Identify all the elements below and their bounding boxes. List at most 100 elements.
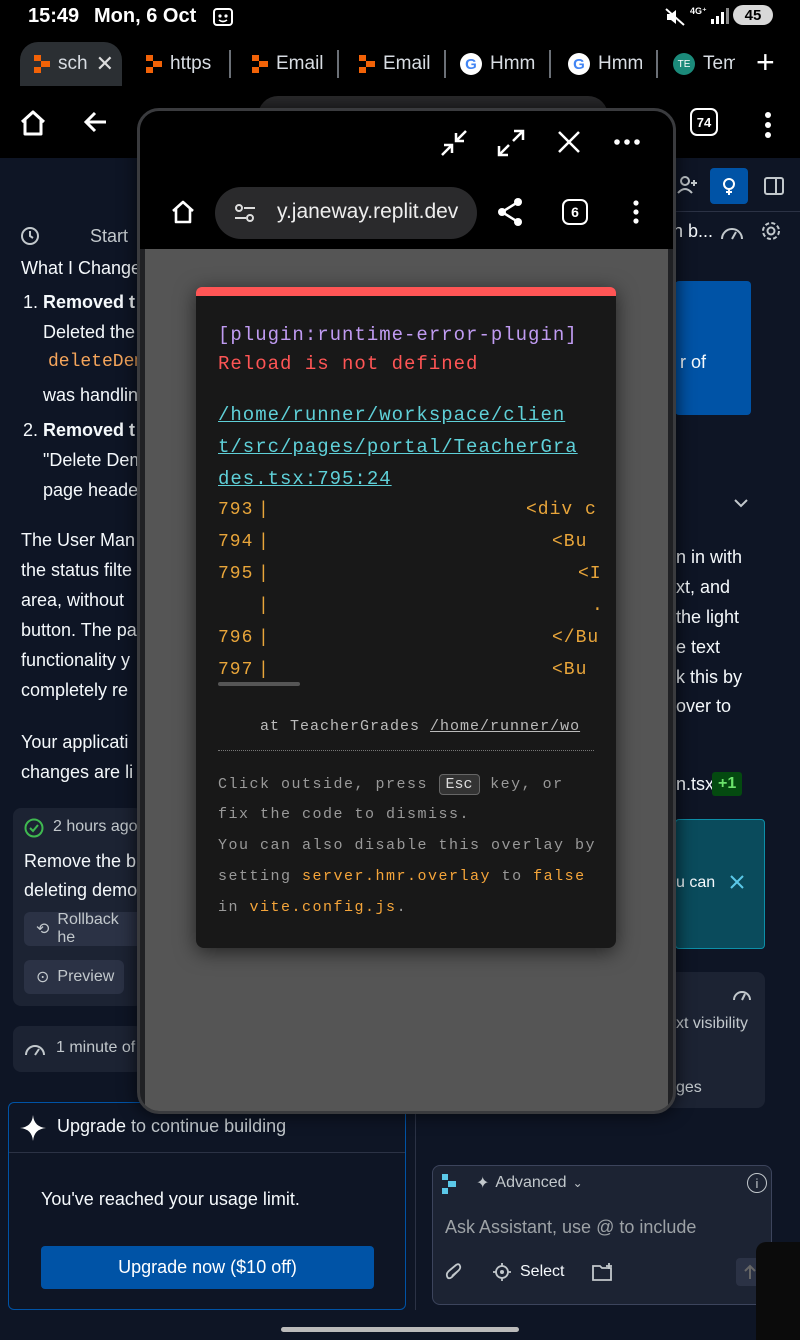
notice-text: u can — [676, 874, 716, 891]
browser-tab[interactable]: Email — [252, 42, 324, 86]
tab-title: Email — [276, 53, 324, 74]
gauge-icon[interactable] — [720, 222, 744, 242]
preview-button[interactable]: ⊙ Preview — [24, 960, 124, 994]
paragraph-line: over to — [676, 696, 732, 716]
close-icon[interactable] — [556, 129, 582, 155]
target-icon — [493, 1263, 511, 1281]
site-settings-icon[interactable] — [233, 202, 257, 224]
replit-icon — [34, 55, 50, 73]
popup-url-text: y.janeway.replit.dev — [277, 200, 459, 223]
browser-tab[interactable]: G Hmm — [568, 42, 642, 86]
kebab-menu-icon[interactable] — [633, 200, 639, 224]
browser-tab[interactable]: sch ✕ — [20, 42, 122, 86]
assistant-input[interactable]: Ask Assistant, use @ to include — [445, 1212, 696, 1242]
info-icon[interactable]: i — [747, 1173, 767, 1193]
popup-url-bar[interactable]: y.janeway.replit.dev — [215, 187, 477, 239]
line-number: 795 — [218, 564, 254, 584]
checkpoint-text: deleting demo — [24, 880, 138, 900]
new-folder-icon[interactable] — [592, 1262, 614, 1282]
code-text: <Bu — [552, 660, 588, 680]
more-horizontal-icon[interactable] — [614, 139, 640, 145]
gauge-icon — [24, 1040, 46, 1058]
paragraph-line: area, without — [21, 590, 125, 610]
diff-badge: +1 — [712, 772, 743, 796]
error-overlay[interactable]: [plugin:runtime-error-plugin] Reload is … — [196, 287, 616, 948]
error-file-link[interactable]: t/src/pages/portal/TeacherGra — [218, 436, 578, 458]
stack-function: at TeacherGrades — [260, 718, 421, 735]
signal-icon — [710, 7, 730, 25]
history-icon[interactable] — [20, 226, 40, 246]
minimize-icon[interactable] — [440, 129, 468, 157]
close-tab-icon[interactable]: ✕ — [96, 51, 114, 77]
tip-line: fix the code to dismiss. — [218, 806, 471, 823]
browser-tab[interactable]: Email — [359, 42, 431, 86]
checkpoint-time: 2 hours ago — [53, 818, 138, 835]
upgrade-title: Upgrade to continue building — [57, 1111, 286, 1141]
new-tab-plus-icon[interactable]: + — [756, 44, 775, 81]
sparkle-icon: ✦ — [476, 1175, 490, 1192]
select-element-button[interactable]: Select — [492, 1262, 564, 1282]
horizontal-scrollbar[interactable] — [218, 682, 300, 686]
start-label[interactable]: Start — [90, 221, 128, 251]
line-number: 793 — [218, 500, 254, 520]
error-file-link[interactable]: des.tsx:795:24 — [218, 468, 392, 490]
list-number: 2. — [23, 420, 39, 440]
invite-user-icon[interactable] — [676, 174, 698, 196]
home-icon[interactable] — [170, 199, 196, 225]
tip-text: to — [501, 868, 523, 885]
code-text: <Bu — [552, 532, 588, 552]
tab-separator — [656, 50, 658, 78]
upgrade-now-button[interactable]: Upgrade now ($10 off) — [41, 1246, 374, 1289]
tab-separator — [337, 50, 339, 78]
battery-level: 45 — [744, 6, 762, 24]
browser-tab[interactable]: G Hmm — [460, 42, 536, 86]
tab-separator — [229, 50, 231, 78]
back-arrow-icon[interactable] — [82, 108, 110, 136]
agent-mode-dropdown[interactable]: ✦ Advanced ⌄ — [476, 1173, 583, 1193]
rollback-button[interactable]: ⟲ Rollback he — [24, 911, 143, 946]
task-text: ges — [676, 1079, 702, 1096]
settings-gear-icon[interactable] — [760, 220, 782, 242]
battery-icon: 45 — [733, 5, 773, 25]
gutter-bar: | — [258, 628, 270, 648]
kebab-menu-icon[interactable] — [764, 112, 772, 138]
config-key: server.hmr.overlay — [302, 868, 492, 885]
tab-switcher-button[interactable]: 74 — [690, 108, 718, 136]
code-text: <div c — [526, 500, 597, 520]
gesture-navigation-bar[interactable] — [281, 1327, 519, 1332]
tab-title: Tem — [703, 53, 735, 74]
gutter-bar: | — [258, 500, 270, 520]
popup-tab-count: 6 — [571, 204, 579, 220]
status-time: 15:49 — [28, 5, 80, 27]
paragraph-line: Your applicati — [21, 732, 129, 752]
gutter-bar: | — [258, 564, 270, 584]
maximize-icon[interactable] — [497, 129, 525, 157]
gutter-bar: | — [258, 532, 270, 552]
line-number: 796 — [218, 628, 254, 648]
stack-path-link[interactable]: /home/runner/wo — [430, 718, 580, 735]
chevron-down-icon[interactable] — [734, 498, 748, 508]
chevron-down-icon: ⌄ — [572, 1176, 583, 1190]
home-icon[interactable] — [18, 108, 48, 138]
tab-title: Email — [383, 53, 431, 74]
sidebar-toggle-icon[interactable] — [764, 176, 784, 196]
share-icon[interactable] — [496, 197, 524, 227]
pane-header-text: n b... — [673, 221, 714, 241]
error-file-link[interactable]: /home/runner/workspace/clien — [218, 404, 565, 426]
tip-text: in — [218, 899, 240, 916]
preview-icon: ⊙ — [36, 969, 50, 986]
config-file: vite.config.js — [249, 899, 397, 916]
browser-tab[interactable]: TE Tem — [673, 42, 735, 86]
deploy-icon[interactable] — [710, 168, 748, 204]
tip-line: Click outside, press Esc key, or — [218, 774, 564, 795]
esc-key: Esc — [438, 774, 480, 795]
paragraph-line: changes are li — [21, 762, 134, 782]
file-name[interactable]: n.tsx — [676, 769, 714, 799]
popup-tab-switcher[interactable]: 6 — [562, 199, 588, 225]
close-icon[interactable] — [729, 874, 745, 890]
tip-text: setting — [218, 868, 292, 885]
browser-tab[interactable]: https — [146, 42, 216, 86]
paragraph-line: the status filte — [21, 560, 133, 580]
tab-count: 74 — [696, 114, 712, 130]
attach-paperclip-icon[interactable] — [444, 1262, 464, 1282]
